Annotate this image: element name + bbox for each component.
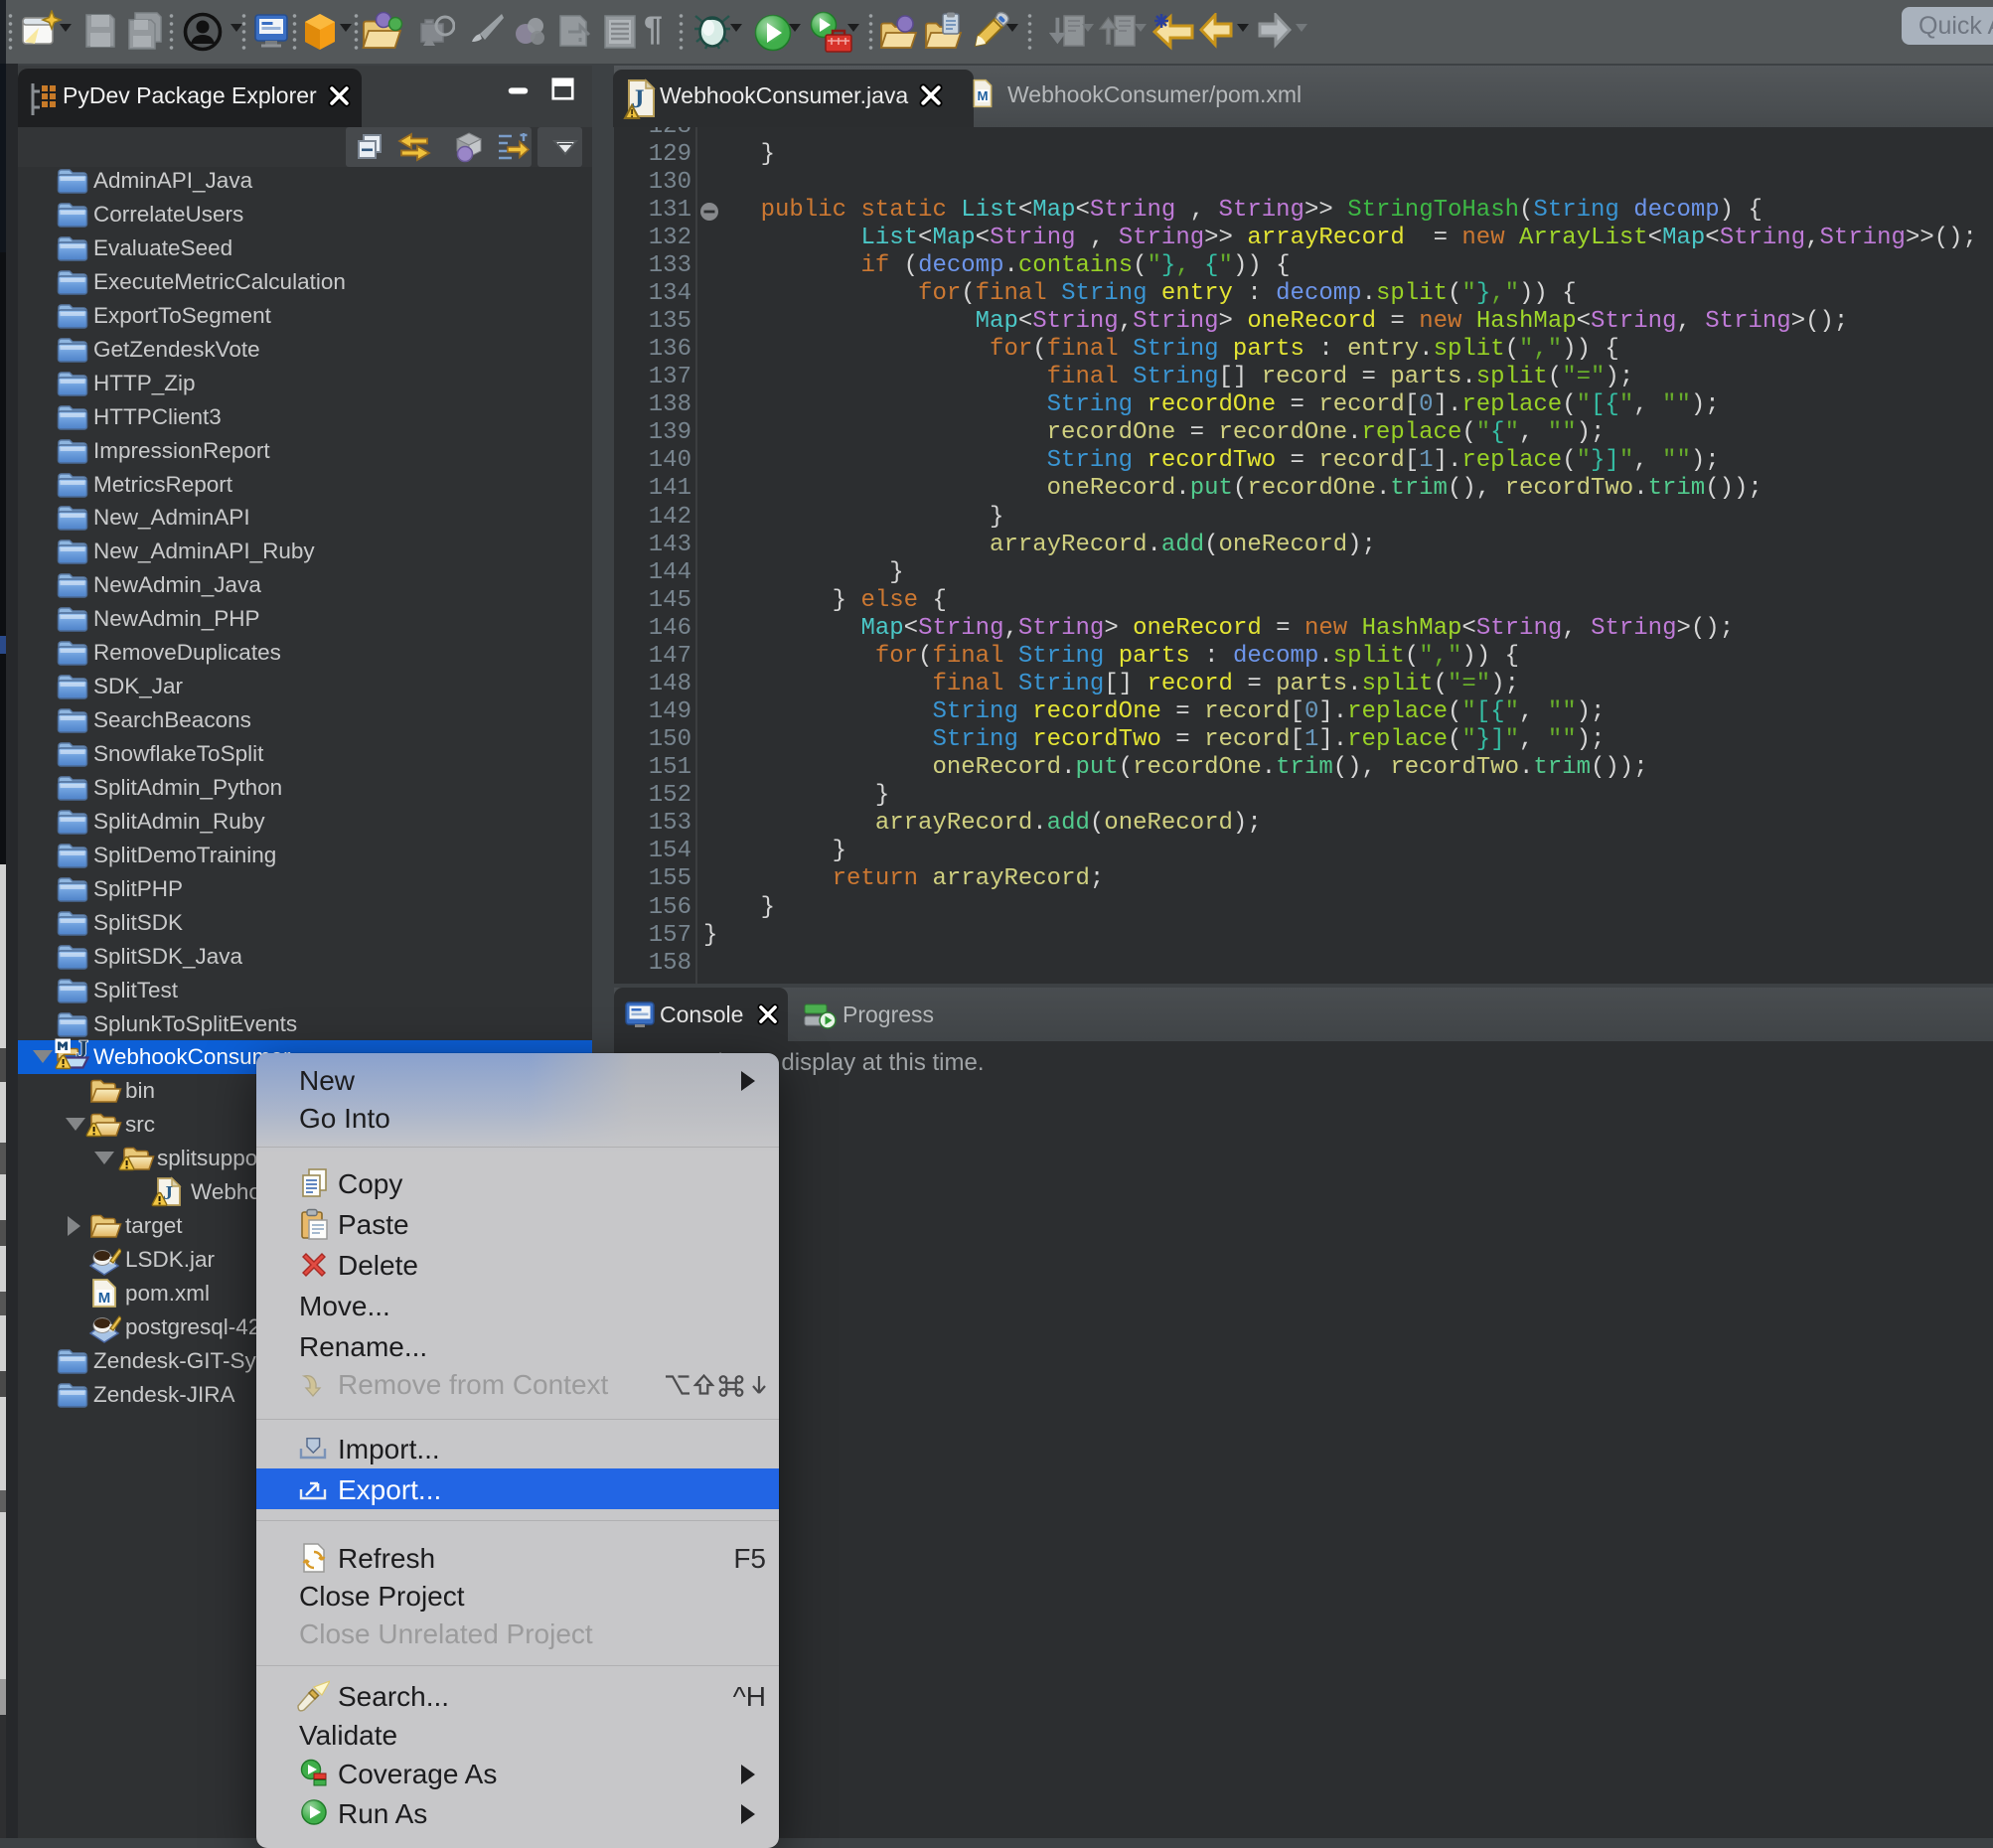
svg-text:M: M	[977, 88, 988, 103]
